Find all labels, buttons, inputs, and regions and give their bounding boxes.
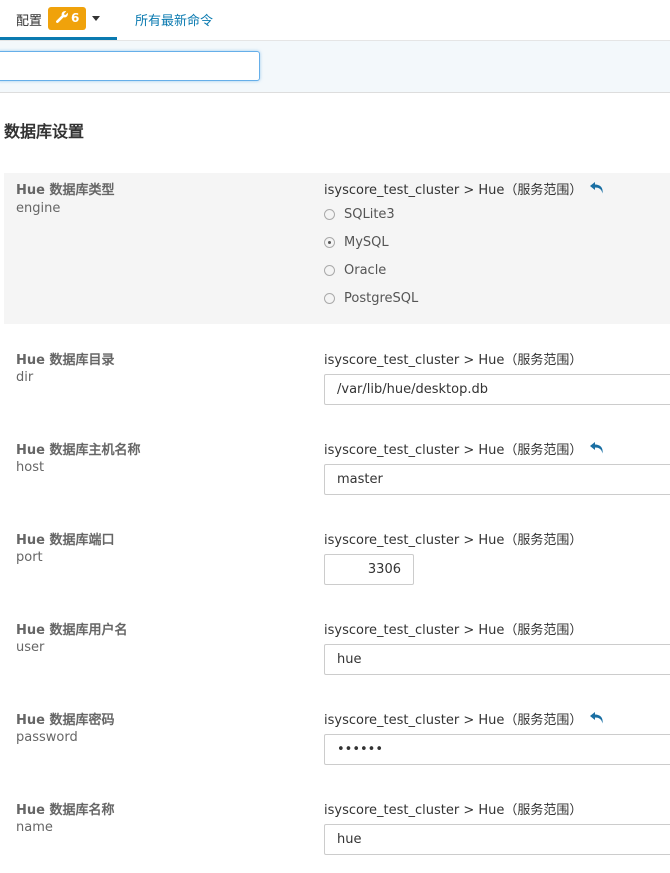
setting-label: Hue 数据库用户名	[16, 623, 128, 638]
radio-dot	[328, 241, 331, 244]
top-tabs: 配置 6 所有最新命令	[0, 0, 670, 41]
setting-scope: isyscore_test_cluster > Hue（服务范围）	[324, 623, 583, 638]
setting-label: Hue 数据库密码	[16, 713, 115, 728]
dir-input[interactable]	[324, 374, 670, 405]
setting-row-dir: Hue 数据库目录 dir isyscore_test_cluster > Hu…	[4, 343, 670, 413]
badge-count: 6	[71, 11, 80, 25]
user-input[interactable]	[324, 644, 670, 675]
setting-row-user: Hue 数据库用户名 user isyscore_test_cluster > …	[4, 613, 670, 683]
host-input[interactable]	[324, 464, 670, 495]
setting-scope: isyscore_test_cluster > Hue（服务范围）	[324, 183, 583, 198]
tab-config-label: 配置	[16, 14, 43, 29]
chevron-down-icon[interactable]	[92, 16, 100, 21]
radio-circle-selected[interactable]	[324, 237, 335, 248]
setting-label: Hue 数据库类型	[16, 183, 115, 198]
undo-icon[interactable]	[589, 181, 605, 195]
setting-scope: isyscore_test_cluster > Hue（服务范围）	[324, 713, 583, 728]
radio-circle[interactable]	[324, 293, 335, 304]
wrench-icon	[56, 11, 68, 23]
setting-label: Hue 数据库名称	[16, 803, 115, 818]
setting-key: password	[16, 730, 78, 745]
setting-label: Hue 数据库目录	[16, 353, 115, 368]
setting-key: port	[16, 550, 43, 565]
setting-key: user	[16, 640, 45, 655]
setting-row-port: Hue 数据库端口 port isyscore_test_cluster > H…	[4, 523, 670, 593]
radio-label: PostgreSQL	[344, 291, 419, 306]
name-input[interactable]	[324, 824, 670, 855]
setting-scope: isyscore_test_cluster > Hue（服务范围）	[324, 353, 583, 368]
radio-circle[interactable]	[324, 265, 335, 276]
radio-label: Oracle	[344, 263, 387, 278]
setting-row-name: Hue 数据库名称 name isyscore_test_cluster > H…	[4, 793, 670, 863]
password-input[interactable]	[324, 734, 670, 765]
setting-row-password: Hue 数据库密码 password isyscore_test_cluster…	[4, 703, 670, 773]
radio-label: MySQL	[344, 235, 389, 250]
setting-scope: isyscore_test_cluster > Hue（服务范围）	[324, 443, 583, 458]
radio-label: SQLite3	[344, 207, 395, 222]
setting-label: Hue 数据库端口	[16, 533, 115, 548]
setting-key: name	[16, 820, 53, 835]
setting-scope: isyscore_test_cluster > Hue（服务范围）	[324, 533, 583, 548]
setting-row-engine: Hue 数据库类型 engine isyscore_test_cluster >…	[4, 173, 670, 324]
section-title: 数据库设置	[4, 122, 85, 141]
search-input[interactable]	[0, 51, 260, 81]
tab-recent-commands[interactable]: 所有最新命令	[135, 10, 213, 29]
undo-icon[interactable]	[589, 711, 605, 725]
setting-key: engine	[16, 201, 61, 216]
tab-config[interactable]: 配置 6	[0, 0, 117, 40]
setting-key: dir	[16, 370, 34, 385]
setting-key: host	[16, 460, 45, 475]
config-issues-badge[interactable]: 6	[48, 7, 86, 30]
port-input[interactable]	[324, 554, 414, 585]
setting-label: Hue 数据库主机名称	[16, 443, 141, 458]
setting-row-host: Hue 数据库主机名称 host isyscore_test_cluster >…	[4, 433, 670, 503]
undo-icon[interactable]	[589, 441, 605, 455]
radio-circle[interactable]	[324, 209, 335, 220]
setting-scope: isyscore_test_cluster > Hue（服务范围）	[324, 803, 583, 818]
filter-bar	[0, 41, 670, 93]
